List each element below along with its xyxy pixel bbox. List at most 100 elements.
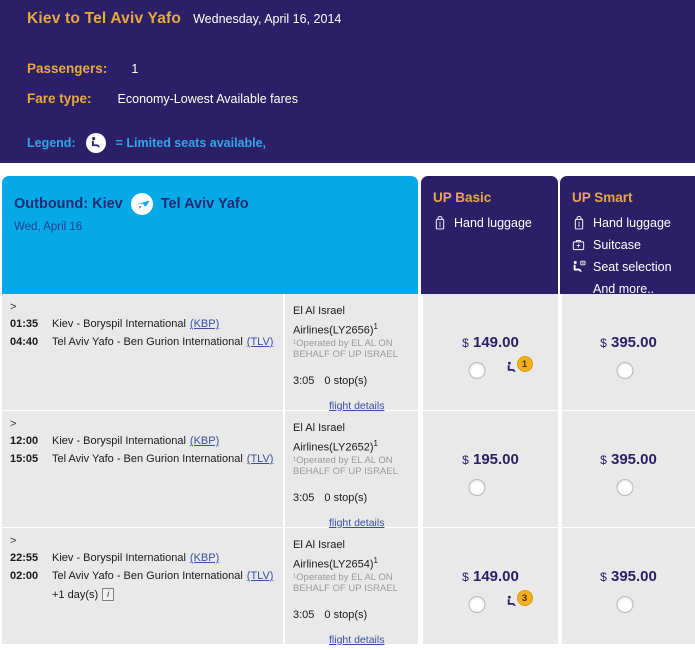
expand-row-toggle[interactable]: > [10,418,16,430]
perk-label: Seat selection [593,260,672,274]
airline-cell: El Al Israel Airlines(LY2654)1 ¹Operated… [284,528,418,646]
price-amount: 395.00 [610,451,657,468]
price-amount: 395.00 [610,334,657,351]
seat-selection-icon [570,259,587,276]
arrival-time: 02:00 [10,570,39,582]
select-fare-radio[interactable] [616,362,633,379]
arrival-airport: Tel Aviv Yafo - Ben Gurion International [52,453,243,465]
price-up-smart: $ 395.00 [562,451,695,468]
arrival-airport-code[interactable]: (TLV) [247,336,274,348]
price-up-smart: $ 395.00 [562,568,695,585]
fare-type-colon: : [87,91,92,106]
price-amount: 149.00 [472,334,519,351]
operated-by-note: ¹Operated by EL AL ON BEHALF OF UP ISRAE… [293,572,398,594]
departure-airport: Kiev - Boryspil International [52,435,186,447]
perk-item: Hand luggage [570,212,672,234]
footnote-marker: 1 [373,556,378,565]
price-amount: 195.00 [472,451,519,468]
fare-cell-up-basic[interactable]: $ 195.00 [421,411,558,528]
info-icon[interactable]: i [102,588,115,601]
airline-name: El Al Israel Airlines(LY2654)1 [293,538,413,573]
departure-segment: 22:55 Kiev - Boryspil International (KBP… [10,552,219,564]
select-fare-radio[interactable] [616,479,633,496]
fare-name-up-basic: UP Basic [433,190,492,205]
fare-cell-up-smart[interactable]: $ 395.00 [560,294,695,411]
itinerary-cell: > 22:55 Kiev - Boryspil International (K… [2,528,283,645]
perk-label: Suitcase [593,238,641,252]
fare-name-up-smart: UP Smart [572,190,633,205]
flight-results-list: > 01:35 Kiev - Boryspil International (K… [0,294,695,646]
select-fare-radio[interactable] [468,479,485,496]
itinerary-cell: > 01:35 Kiev - Boryspil International (K… [2,294,283,411]
departure-airport-code[interactable]: (KBP) [190,435,219,447]
expand-row-toggle[interactable]: > [10,535,16,547]
fare-cell-up-basic[interactable]: $ 149.00 3 [421,528,558,645]
perk-list-up-smart: Hand luggage Suitcase Seat selection And… [570,212,672,300]
passengers-colon: : [102,61,108,76]
currency-symbol: $ [462,336,469,350]
fare-column-header-up-basic: UP Basic Hand luggage [421,176,558,294]
fare-type-value: Economy-Lowest Available fares [117,92,298,106]
fare-cell-up-basic[interactable]: $ 149.00 1 [421,294,558,411]
departure-segment: 12:00 Kiev - Boryspil International (KBP… [10,435,219,447]
price-up-basic: $ 195.00 [423,451,558,468]
outbound-date: Wed, April 16 [14,221,83,233]
airline-name: El Al Israel Airlines(LY2656)1 [293,304,413,339]
airline-cell: El Al Israel Airlines(LY2656)1 ¹Operated… [284,294,418,412]
operated-by-note: ¹Operated by EL AL ON BEHALF OF UP ISRAE… [293,455,398,477]
flight-duration: 3:05 [293,492,315,504]
expand-row-toggle[interactable]: > [10,301,16,313]
price-amount: 395.00 [610,568,657,585]
footnote-marker: 1 [373,439,378,448]
perk-item: Suitcase [570,234,672,256]
select-fare-radio[interactable] [468,362,485,379]
airline-name: El Al Israel Airlines(LY2652)1 [293,421,413,456]
arrival-airport: Tel Aviv Yafo - Ben Gurion International [52,336,243,348]
arrival-airport-code[interactable]: (TLV) [247,453,274,465]
flight-duration: 3:05 [293,609,315,621]
arrival-segment: 02:00 Tel Aviv Yafo - Ben Gurion Interna… [10,570,273,582]
departure-segment: 01:35 Kiev - Boryspil International (KBP… [10,318,219,330]
airline-flight-number: Airlines(LY2654) [293,558,374,571]
arrival-airport-code[interactable]: (TLV) [247,570,274,582]
arrival-segment: 15:05 Tel Aviv Yafo - Ben Gurion Interna… [10,453,273,465]
price-up-basic: $ 149.00 [423,568,558,585]
limited-seats-indicator: 1 [505,356,533,375]
currency-symbol: $ [462,453,469,467]
seats-left-count: 1 [516,356,533,372]
outbound-origin-label: Outbound: Kiev [14,196,123,212]
price-up-smart: $ 395.00 [562,334,695,351]
legend-text: = Limited seats available, [115,136,267,150]
price-amount: 149.00 [472,568,519,585]
stops-count: 0 stop(s) [324,492,368,504]
passengers-row: Passengers : 1 [27,61,138,76]
duration-stops: 3:05 0 stop(s) [293,375,367,387]
fare-type-row: Fare type : Economy-Lowest Available far… [27,91,298,106]
arrival-time: 15:05 [10,453,39,465]
search-summary-panel: Kiev to Tel Aviv Yafo Wednesday, April 1… [0,0,695,163]
passengers-label: Passengers [27,61,103,76]
departure-airport-code[interactable]: (KBP) [190,552,219,564]
select-fare-radio[interactable] [468,596,485,613]
airline-flight-number: Airlines(LY2656) [293,324,374,337]
duration-stops: 3:05 0 stop(s) [293,609,367,621]
hand-luggage-icon [431,215,448,232]
airline-carrier: El Al Israel [293,305,345,317]
fare-cell-up-smart[interactable]: $ 395.00 [560,528,695,645]
departure-airport-code[interactable]: (KBP) [190,318,219,330]
departure-time: 12:00 [10,435,39,447]
airline-carrier: El Al Israel [293,422,345,434]
route-title: Kiev to Tel Aviv Yafo [27,10,182,27]
arrival-airport: Tel Aviv Yafo - Ben Gurion International [52,570,243,582]
departure-airport: Kiev - Boryspil International [52,318,186,330]
flight-duration: 3:05 [293,375,315,387]
airline-flight-number: Airlines(LY2652) [293,441,374,454]
select-fare-radio[interactable] [616,596,633,613]
route-date: Wednesday, April 16, 2014 [193,12,342,26]
perk-item: Hand luggage [431,212,532,234]
perk-label: Hand luggage [454,216,532,230]
flight-details-link[interactable]: flight details [329,634,384,646]
perk-label: Hand luggage [593,216,671,230]
suitcase-icon [570,237,587,254]
fare-cell-up-smart[interactable]: $ 395.00 [560,411,695,528]
